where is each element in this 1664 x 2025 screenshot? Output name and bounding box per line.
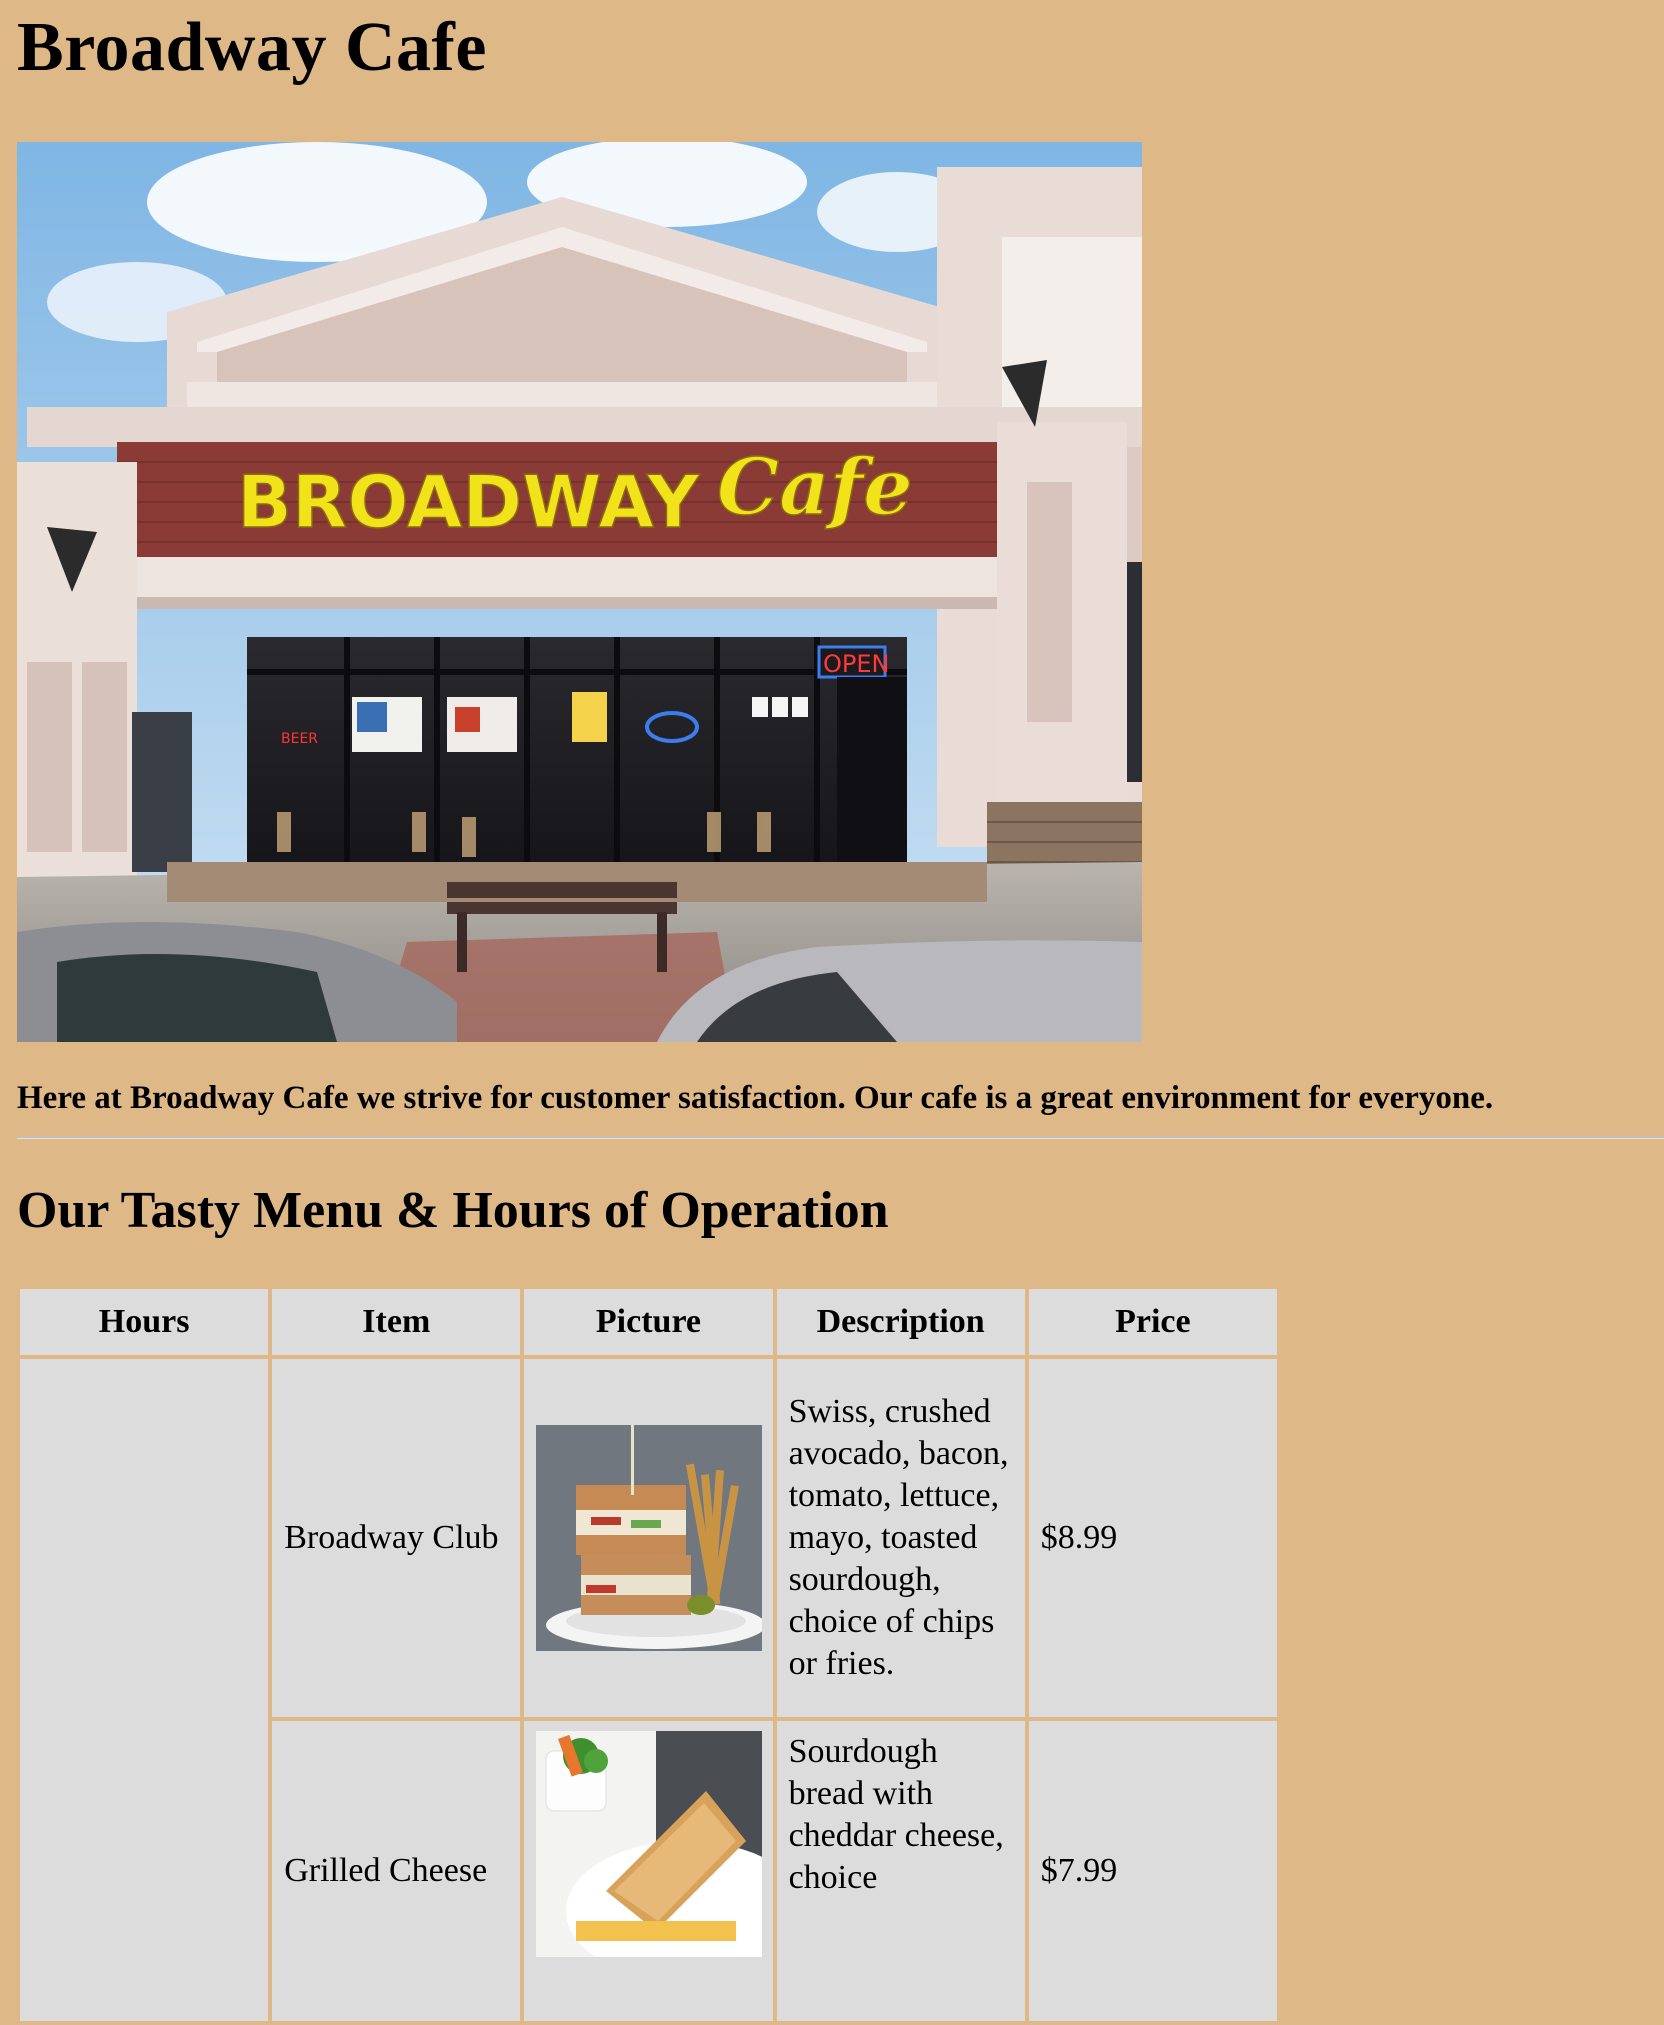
description-cell: Swiss, crushed avocado, bacon, tomato, l… — [776, 1359, 1025, 1717]
menu-table: Hours Item Picture Description Price Bro… — [16, 1285, 1281, 2025]
description-cell: Sourdough bread with cheddar cheese, cho… — [776, 1721, 1025, 2021]
item-name-cell: Broadway Club — [272, 1359, 521, 1717]
column-header-hours: Hours — [20, 1289, 269, 1355]
column-header-item: Item — [272, 1289, 521, 1355]
picture-cell — [524, 1359, 773, 1717]
open-sign: OPEN — [823, 650, 889, 678]
svg-text:BEER: BEER — [281, 731, 318, 747]
column-header-description: Description — [776, 1289, 1025, 1355]
hours-cell — [20, 1359, 269, 2021]
page: Broadway Cafe BROADWAY Cafe BEER OPEN He… — [0, 0, 1664, 2025]
section-heading: Our Tasty Menu & Hours of Operation — [17, 1182, 889, 1239]
item-name-cell: Grilled Cheese — [272, 1721, 521, 2021]
price-cell: $8.99 — [1028, 1359, 1277, 1717]
sign-text: BROADWAY — [237, 460, 700, 544]
table-row: Broadway Club Swiss, crushed avocado, ba… — [20, 1359, 1277, 2021]
picture-cell — [524, 1721, 773, 2021]
column-header-price: Price — [1028, 1289, 1277, 1355]
price-cell: $7.99 — [1028, 1721, 1277, 2021]
sign-script-text: Cafe — [717, 442, 913, 533]
section-divider — [17, 1136, 1664, 1139]
column-header-picture: Picture — [524, 1289, 773, 1355]
intro-text: Here at Broadway Cafe we strive for cust… — [17, 1080, 1494, 1116]
grilled-cheese-photo — [536, 1731, 763, 1957]
club-sandwich-photo — [536, 1425, 763, 1651]
storefront-photo: BROADWAY Cafe BEER OPEN — [17, 142, 1142, 1042]
page-title: Broadway Cafe — [17, 9, 487, 86]
table-header-row: Hours Item Picture Description Price — [20, 1289, 1277, 1355]
